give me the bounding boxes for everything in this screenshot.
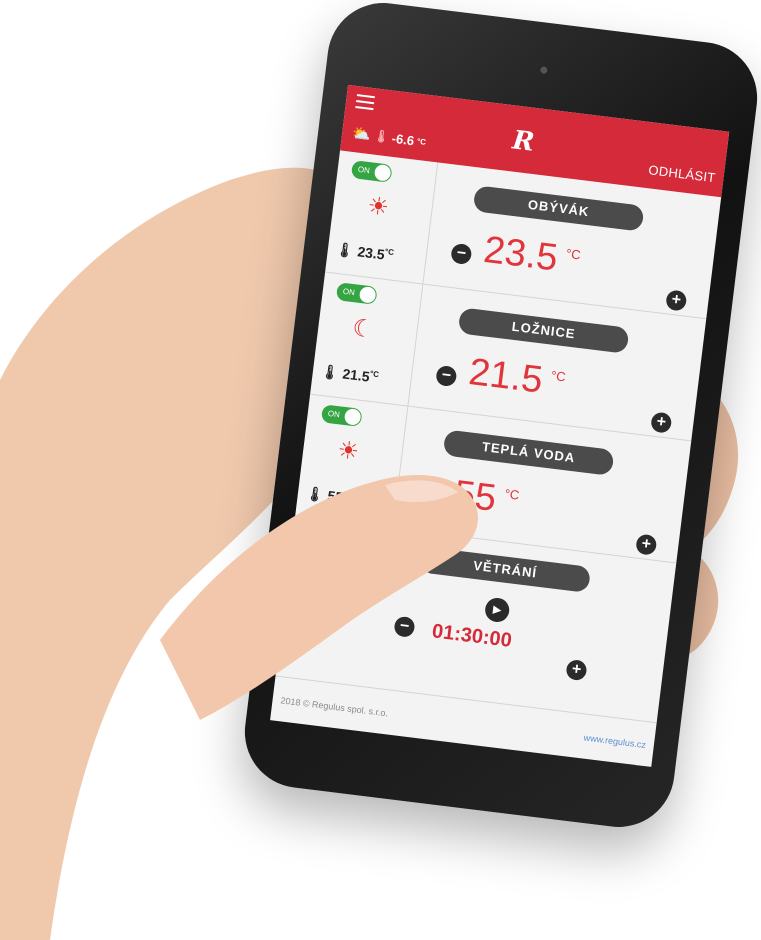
website-link[interactable]: www.regulus.cz [583, 733, 646, 751]
copyright-text: 2018 © Regulus spol. s.r.o. [279, 695, 389, 719]
setpoint-value: 55 °C [451, 473, 521, 520]
zone-toggle[interactable]: ON [320, 404, 363, 427]
outdoor-temp: -6.6 [390, 130, 416, 148]
toggle-knob [358, 285, 377, 304]
app-logo: R [510, 125, 536, 158]
sun-icon: ☀ [335, 436, 361, 466]
logout-link[interactable]: ODHLÁSIT [648, 162, 717, 185]
timer-decrease-button[interactable]: − [393, 615, 416, 638]
sun-icon: ☀ [365, 192, 391, 222]
room-temperature: 🌡 55°C [305, 484, 353, 506]
speaker [539, 66, 548, 75]
toggle-label: ON [357, 164, 371, 176]
outdoor-temp-unit: °C [416, 136, 427, 147]
zone-title: OBÝVÁK [472, 185, 645, 232]
ventilation-timer: 01:30:00 [430, 620, 513, 652]
room-temperature: 🌡 21.5°C [320, 362, 380, 385]
zone-status: ON ☾ 🌡 21.5°C [310, 272, 424, 406]
zone-status: ON ☀ 🌡 23.5°C [325, 150, 439, 284]
decrease-button[interactable]: − [435, 364, 458, 388]
toggle-knob [373, 163, 392, 182]
partly-cloudy-icon: ⛅ [351, 124, 372, 144]
zone-title: TEPLÁ VODA [442, 429, 615, 476]
thermometer-icon: 🌡 [372, 128, 390, 145]
increase-button[interactable]: + [650, 411, 673, 434]
play-icon[interactable]: ▶ [483, 596, 511, 624]
setpoint-value: 21.5 °C [466, 350, 567, 402]
weather-widget: ⛅ 🌡 -6.6 °C [351, 124, 427, 151]
decrease-button[interactable]: − [450, 242, 473, 266]
zone-toggle[interactable]: ON [350, 160, 393, 183]
ventilation-title: VĚTRÁNÍ [419, 546, 592, 593]
decrease-button[interactable]: − [420, 486, 443, 510]
toggle-label: ON [327, 408, 341, 420]
setpoint-value: 23.5 °C [481, 228, 582, 280]
zone-toggle[interactable]: ON [335, 282, 378, 305]
increase-button[interactable]: + [635, 533, 658, 556]
app-screen: ⛅ 🌡 -6.6 °C R ODHLÁSIT ON ☀ 🌡 23.5°C OBÝV… [270, 84, 730, 767]
zone-status: ON ☀ 🌡 55°C [295, 394, 409, 528]
timer-increase-button[interactable]: + [565, 658, 588, 682]
room-temperature: 🌡 23.5°C [335, 240, 395, 263]
zone-title: LOŽNICE [457, 307, 630, 354]
moon-icon: ☾ [350, 314, 376, 344]
increase-button[interactable]: + [665, 289, 688, 312]
hamburger-menu-icon[interactable] [355, 94, 375, 111]
toggle-label: ON [342, 286, 356, 298]
toggle-knob [343, 408, 362, 426]
phone: ⛅ 🌡 -6.6 °C R ODHLÁSIT ON ☀ 🌡 23.5°C OBÝV… [238, 0, 761, 834]
